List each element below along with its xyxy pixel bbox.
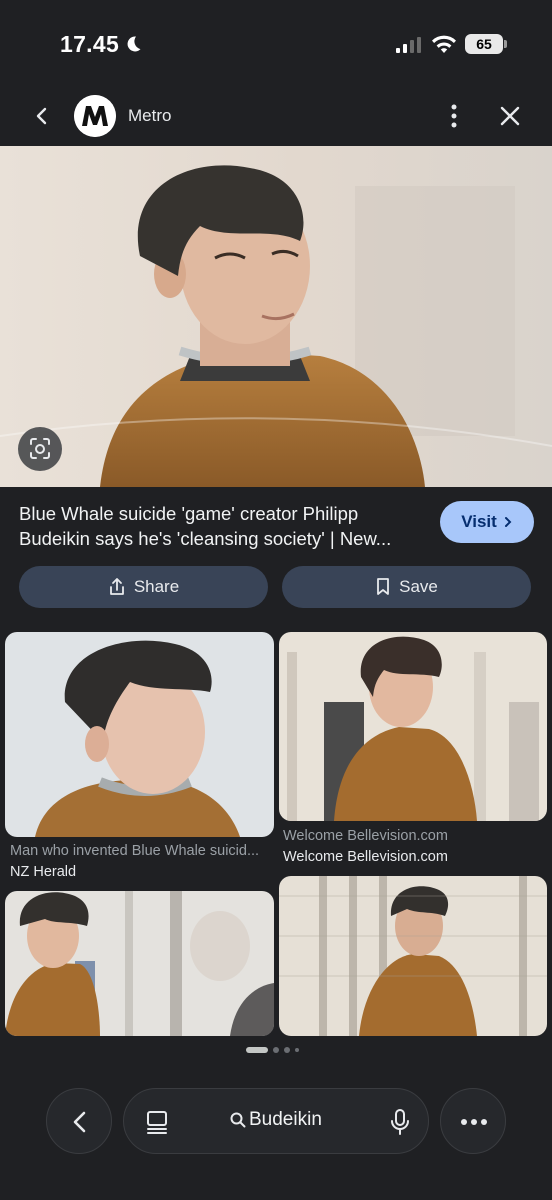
microphone-icon[interactable] xyxy=(389,1108,411,1136)
viewer-header: Metro xyxy=(0,90,552,146)
search-icon xyxy=(230,1112,246,1128)
chevron-left-icon xyxy=(73,1111,86,1133)
carousel-dot xyxy=(284,1047,290,1053)
carousel-dots xyxy=(246,1047,299,1053)
carousel-dot xyxy=(295,1048,299,1052)
visit-label: Visit xyxy=(461,512,497,531)
more-button[interactable] xyxy=(440,1088,506,1154)
lens-search-icon[interactable] xyxy=(18,427,62,471)
nav-back-button[interactable] xyxy=(46,1088,112,1154)
related-source-2[interactable]: Welcome Bellevision.com xyxy=(283,849,448,865)
metro-logo xyxy=(74,95,116,137)
source-name[interactable]: Metro xyxy=(128,106,171,126)
status-bar: 17.45 65 xyxy=(0,0,552,90)
related-image-3[interactable] xyxy=(5,891,274,1036)
ellipsis-icon xyxy=(461,1119,487,1125)
search-pill[interactable]: Budeikin xyxy=(123,1088,429,1154)
back-arrow-icon[interactable] xyxy=(30,104,54,128)
chevron-right-icon xyxy=(504,517,512,527)
related-image-1[interactable] xyxy=(5,632,274,837)
share-label: Share xyxy=(133,577,180,596)
save-button[interactable]: Save xyxy=(282,566,531,608)
related-caption-1[interactable]: Man who invented Blue Whale suicid... xyxy=(10,843,270,859)
bookmark-icon xyxy=(377,578,390,595)
signal-icon xyxy=(396,37,421,53)
carousel-dot xyxy=(273,1047,279,1053)
wifi-icon xyxy=(432,35,456,53)
bottom-toolbar: Budeikin xyxy=(0,1066,552,1200)
search-query-text: Budeikin xyxy=(249,1109,322,1130)
result-title[interactable]: Blue Whale suicide 'game' creator Philip… xyxy=(19,501,424,551)
status-time: 17.45 xyxy=(60,31,120,57)
share-button[interactable]: Share xyxy=(19,566,268,608)
moon-icon xyxy=(127,36,141,52)
related-image-2[interactable] xyxy=(279,632,547,821)
related-image-4[interactable] xyxy=(279,876,547,1036)
more-options-icon[interactable] xyxy=(441,102,467,130)
share-icon xyxy=(109,578,124,595)
main-photo[interactable] xyxy=(0,146,552,487)
tabs-icon[interactable] xyxy=(144,1109,170,1135)
related-caption-2[interactable]: Welcome Bellevision.com xyxy=(283,828,543,844)
search-query[interactable]: Budeikin xyxy=(230,1109,322,1131)
related-source-1[interactable]: NZ Herald xyxy=(10,864,76,880)
carousel-dot-active xyxy=(246,1047,268,1053)
battery-indicator: 65 xyxy=(465,34,507,54)
visit-button[interactable]: Visit xyxy=(440,501,534,543)
save-label: Save xyxy=(399,577,438,596)
close-icon[interactable] xyxy=(498,104,522,128)
